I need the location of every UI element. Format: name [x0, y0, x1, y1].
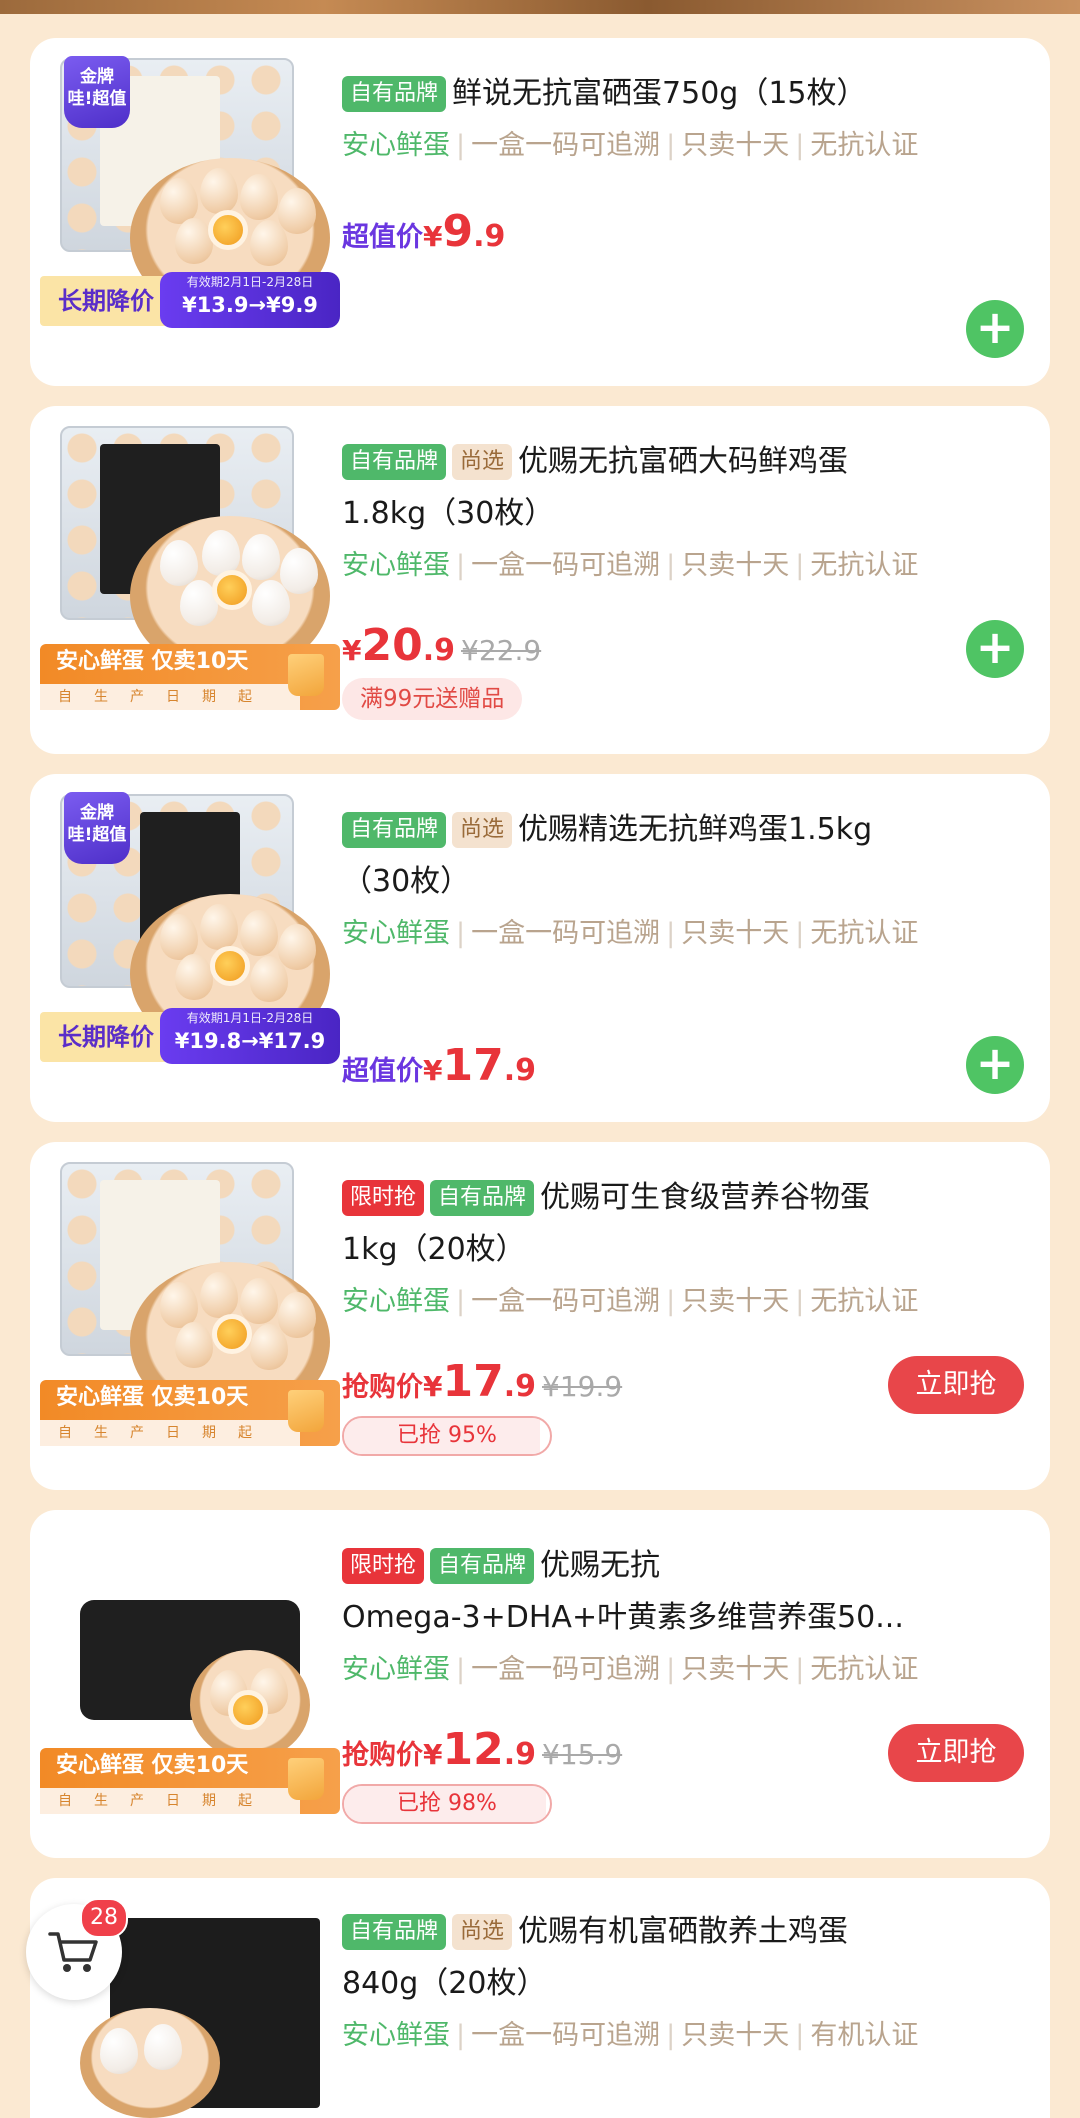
buy-now-button[interactable]: 立即抢 — [888, 1356, 1024, 1414]
product-features: 安心鲜蛋 | 一盒一码可追溯 | 只卖十天 | 无抗认证 — [342, 918, 919, 949]
gold-value-badge: 金牌 哇!超值 — [64, 792, 130, 864]
fresh-egg-10-days-banner: 安心鲜蛋 仅卖10天 自生产日期起 — [40, 1748, 340, 1814]
original-price: ¥19.9 — [542, 1370, 623, 1403]
tag-own-brand: 自有品牌 — [430, 1180, 535, 1216]
cart-count-badge: 28 — [80, 1898, 128, 1938]
fresh-egg-10-days-banner: 安心鲜蛋 仅卖10天 自生产日期起 — [40, 1380, 340, 1446]
product-card-2[interactable]: 安心鲜蛋 仅卖10天 自生产日期起 自有品牌 尚选 优赐无抗富硒大码鲜鸡蛋 1.8k… — [30, 406, 1050, 754]
product-features: 安心鲜蛋 | 一盒一码可追溯 | 只卖十天 | 有机认证 — [342, 2020, 919, 2051]
product-card-6[interactable]: 自有品牌 尚选 优赐有机富硒散养土鸡蛋 840g（20枚） 安心鲜蛋 | 一盒一码可追溯… — [30, 1878, 1050, 2118]
price-label: 抢购价 — [342, 1740, 423, 1771]
product-image[interactable]: 安心鲜蛋 仅卖10天 自生产日期起 — [40, 416, 340, 736]
current-price: ¥17.9 — [423, 1356, 536, 1407]
product-card-3[interactable]: 金牌 哇!超值 长期降价 有效期1月1日-2月28日 ¥19.8→¥17.9 自… — [30, 774, 1050, 1122]
original-price: ¥22.9 — [461, 634, 542, 667]
product-title-line-2[interactable]: （30枚） — [342, 856, 1032, 908]
original-price: ¥15.9 — [542, 1738, 623, 1771]
product-features: 安心鲜蛋 | 一盒一码可追溯 | 只卖十天 | 无抗认证 — [342, 130, 919, 161]
current-price: ¥12.9 — [423, 1724, 536, 1775]
product-features: 安心鲜蛋 | 一盒一码可追溯 | 只卖十天 | 无抗认证 — [342, 550, 919, 581]
product-image[interactable]: 安心鲜蛋 仅卖10天 自生产日期起 — [40, 1152, 340, 1472]
gift-promo-tag: 满99元送赠品 — [342, 678, 523, 720]
current-price: ¥9.9 — [423, 206, 506, 257]
price-row: 超值价¥17.9 — [342, 1040, 536, 1091]
tag-own-brand: 自有品牌 — [342, 812, 447, 848]
current-price: ¥17.9 — [423, 1040, 536, 1091]
product-title-line-2[interactable]: 1kg（20枚） — [342, 1224, 1032, 1276]
product-title[interactable]: 自有品牌 尚选 优赐精选无抗鲜鸡蛋1.5kg — [342, 804, 1032, 856]
product-title[interactable]: 限时抢 自有品牌 优赐无抗 — [342, 1540, 1032, 1592]
price-label: 抢购价 — [342, 1372, 423, 1403]
add-to-cart-button[interactable]: + — [966, 300, 1024, 358]
product-image[interactable]: 安心鲜蛋 仅卖10天 自生产日期起 — [40, 1520, 340, 1840]
product-title[interactable]: 限时抢 自有品牌 优赐可生食级营养谷物蛋 — [342, 1172, 1032, 1224]
product-title[interactable]: 自有品牌 鲜说无抗富硒蛋750g（15枚） — [342, 68, 1032, 120]
price-label: 超值价 — [342, 222, 423, 253]
gold-value-badge: 金牌 哇!超值 — [64, 56, 130, 128]
product-title-line-2[interactable]: 840g（20枚） — [342, 1958, 1032, 2010]
tag-own-brand: 自有品牌 — [430, 1548, 535, 1584]
egg-basket-image — [190, 1650, 310, 1760]
add-to-cart-button[interactable]: + — [966, 620, 1024, 678]
product-image[interactable]: 金牌 哇!超值 长期降价 有效期2月1日-2月28日 ¥13.9→¥9.9 — [40, 48, 340, 368]
price-row: 抢购价¥12.9 ¥15.9 — [342, 1724, 622, 1775]
tag-own-brand: 自有品牌 — [342, 76, 447, 112]
sold-progress-bar: 已抢 95% — [342, 1416, 552, 1456]
tag-flash-sale: 限时抢 — [342, 1180, 425, 1216]
buy-now-button[interactable]: 立即抢 — [888, 1724, 1024, 1782]
tag-select: 尚选 — [452, 1914, 513, 1950]
add-to-cart-button[interactable]: + — [966, 1036, 1024, 1094]
product-title[interactable]: 自有品牌 尚选 优赐有机富硒散养土鸡蛋 — [342, 1906, 1032, 1958]
product-card-4[interactable]: 安心鲜蛋 仅卖10天 自生产日期起 限时抢 自有品牌 优赐可生食级营养谷物蛋 1kg… — [30, 1142, 1050, 1490]
fresh-egg-10-days-banner: 安心鲜蛋 仅卖10天 自生产日期起 — [40, 644, 340, 710]
long-term-price-drop-banner: 长期降价 有效期1月1日-2月28日 ¥19.8→¥17.9 — [40, 1008, 340, 1064]
product-title-line-2[interactable]: 1.8kg（30枚） — [342, 488, 1032, 540]
egg-basket-image — [80, 2008, 220, 2118]
product-image[interactable]: 金牌 哇!超值 长期降价 有效期1月1日-2月28日 ¥19.8→¥17.9 — [40, 784, 340, 1104]
price-row: ¥20.9 ¥22.9 — [342, 620, 541, 671]
cart-button[interactable]: 28 — [26, 1898, 128, 2000]
price-label: 超值价 — [342, 1056, 423, 1087]
tag-own-brand: 自有品牌 — [342, 444, 447, 480]
price-row: 抢购价¥17.9 ¥19.9 — [342, 1356, 622, 1407]
product-card-5[interactable]: 安心鲜蛋 仅卖10天 自生产日期起 限时抢 自有品牌 优赐无抗 Omega-3+DH… — [30, 1510, 1050, 1858]
tag-select: 尚选 — [452, 812, 513, 848]
current-price: ¥20.9 — [342, 620, 455, 671]
tag-own-brand: 自有品牌 — [342, 1914, 447, 1950]
product-features: 安心鲜蛋 | 一盒一码可追溯 | 只卖十天 | 无抗认证 — [342, 1654, 919, 1685]
product-title[interactable]: 自有品牌 尚选 优赐无抗富硒大码鲜鸡蛋 — [342, 436, 1032, 488]
tag-select: 尚选 — [452, 444, 513, 480]
top-banner-strip — [0, 0, 1080, 14]
product-features: 安心鲜蛋 | 一盒一码可追溯 | 只卖十天 | 无抗认证 — [342, 1286, 919, 1317]
long-term-price-drop-banner: 长期降价 有效期2月1日-2月28日 ¥13.9→¥9.9 — [40, 272, 340, 328]
price-row: 超值价¥9.9 — [342, 206, 505, 257]
tag-flash-sale: 限时抢 — [342, 1548, 425, 1584]
sold-progress-bar: 已抢 98% — [342, 1784, 552, 1824]
product-card-1[interactable]: 金牌 哇!超值 长期降价 有效期2月1日-2月28日 ¥13.9→¥9.9 自有… — [30, 38, 1050, 386]
product-title-line-2[interactable]: Omega-3+DHA+叶黄素多维营养蛋50... — [342, 1592, 1032, 1644]
